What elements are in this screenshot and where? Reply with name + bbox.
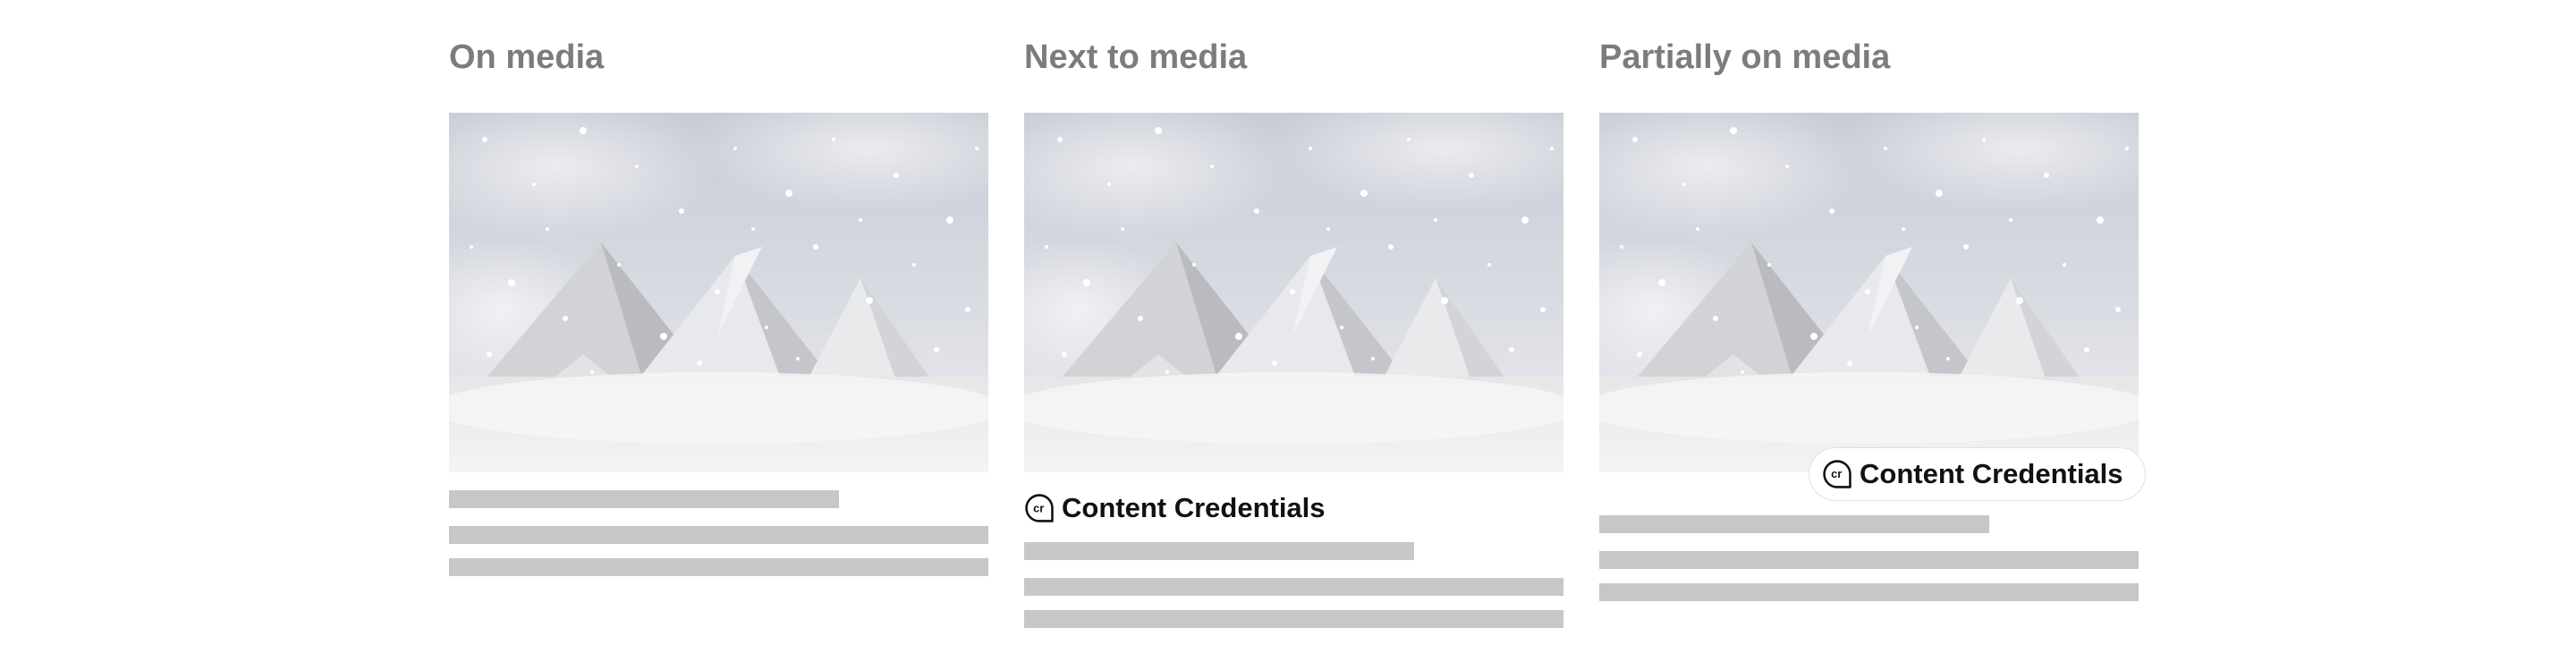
example-on-media: On media <box>449 0 988 662</box>
text-placeholder-bar <box>1024 578 1563 596</box>
example-partially-on-media: Partially on media Content Credentials <box>1599 0 2146 662</box>
text-placeholder-bar <box>449 558 988 576</box>
content-credentials-icon <box>1822 459 1852 489</box>
section-heading: Next to media <box>1024 38 1248 76</box>
section-heading: On media <box>449 38 605 76</box>
text-placeholder-bar <box>1024 610 1563 628</box>
pyramids-snow-image <box>449 113 988 472</box>
content-credentials-label: Content Credentials <box>1860 458 2123 489</box>
pyramids-snow-image <box>1599 113 2139 472</box>
content-credentials-label: Content Credentials <box>1062 492 1326 523</box>
text-placeholder-bar <box>1599 551 2139 569</box>
section-heading: Partially on media <box>1599 38 1891 76</box>
text-placeholder-bar <box>1599 583 2139 601</box>
media-image <box>1599 113 2139 472</box>
content-credentials-icon[interactable] <box>935 131 972 168</box>
content-credentials-button[interactable]: Content Credentials <box>1809 447 2146 501</box>
content-credentials-button[interactable]: Content Credentials <box>1024 492 1326 524</box>
pyramids-snow-image <box>1024 113 1563 472</box>
text-placeholder-bar <box>1599 515 1989 533</box>
text-placeholder-bar <box>449 490 839 508</box>
media-image <box>449 113 988 472</box>
text-placeholder-bar <box>449 526 988 544</box>
example-next-to-media: Next to media Content Credentials <box>1024 0 1563 662</box>
media-image <box>1024 113 1563 472</box>
text-placeholder-bar <box>1024 542 1414 560</box>
content-credentials-icon <box>1024 493 1055 523</box>
